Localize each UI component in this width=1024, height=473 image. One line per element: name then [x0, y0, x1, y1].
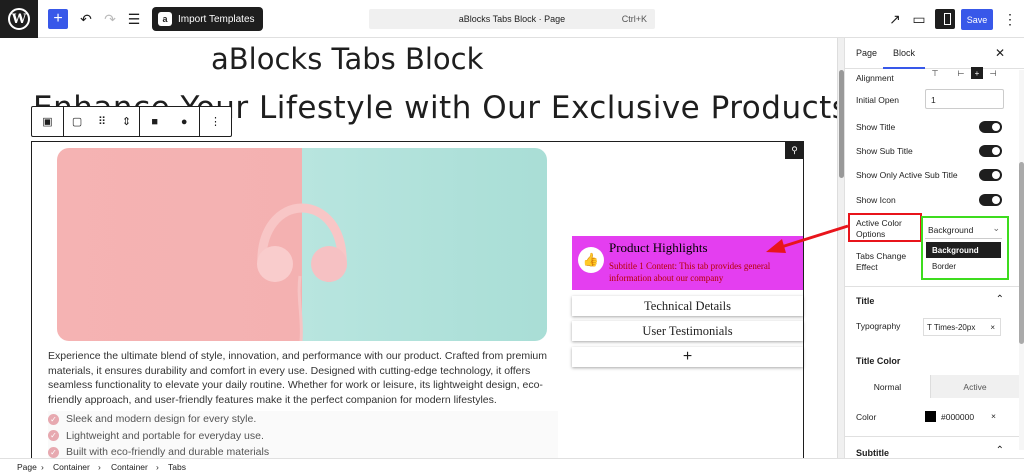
align-center-icon[interactable]: + — [971, 67, 983, 79]
typography-icon: T — [927, 323, 932, 332]
breadcrumb-page[interactable]: Page — [17, 462, 37, 472]
active-state-tab[interactable]: Active — [931, 375, 1019, 398]
block-extra-controls[interactable]: ■ ● — [140, 107, 200, 136]
tab-technical-details[interactable]: Technical Details — [572, 296, 803, 316]
headphones-illustration — [257, 203, 347, 341]
block-toolbar: ▣ ▢ ⠿ ⇕ ■ ● ⋮ — [31, 106, 232, 137]
page-title[interactable]: aBlocks Tabs Block — [211, 42, 483, 76]
title-color-heading: Title Color — [856, 356, 901, 366]
product-description[interactable]: Experience the ultimate blend of style, … — [48, 349, 553, 407]
settings-panel-toggle-button[interactable] — [935, 9, 955, 29]
typography-control[interactable]: T Times-20px × — [923, 318, 1001, 336]
select-parent-icon[interactable]: ▢ — [72, 115, 82, 128]
initial-open-label: Initial Open — [856, 95, 899, 105]
normal-state-tab[interactable]: Normal — [845, 375, 931, 398]
show-active-subtitle-toggle[interactable] — [979, 169, 1002, 181]
show-subtitle-label: Show Sub Title — [856, 146, 913, 156]
align-right-icon[interactable]: ⊣ — [987, 67, 999, 79]
headphones-product-image — [57, 148, 547, 341]
tab-title: Product Highlights — [609, 240, 708, 255]
color-value: #000000 — [941, 412, 975, 422]
view-external-icon[interactable]: ↗ — [885, 9, 905, 29]
show-subtitle-toggle[interactable] — [979, 145, 1002, 157]
document-overview-icon[interactable]: ☰ — [124, 9, 144, 29]
annotation-red-box — [848, 213, 922, 242]
title-section — [845, 286, 1019, 287]
show-title-toggle[interactable] — [979, 121, 1002, 133]
color-swatch[interactable] — [925, 411, 936, 422]
drag-handle-icon[interactable]: ⠿ — [98, 115, 106, 128]
sidebar-tabs: Page Block ✕ — [845, 38, 1024, 69]
align-top-icon[interactable]: ⊤ — [929, 67, 941, 79]
chevron-up-icon[interactable]: ⌃ — [996, 294, 1004, 305]
move-up-down-icon[interactable]: ⇕ — [122, 115, 131, 128]
list-item[interactable]: ✓ Lightweight and portable for everyday u… — [48, 428, 558, 445]
editor-top-bar: W + ↶ ↷ ☰ a Import Templates aBlocks Tab… — [0, 0, 1024, 38]
import-templates-button[interactable]: a Import Templates — [152, 7, 263, 31]
tab-page[interactable]: Page — [856, 48, 877, 58]
command-bar-shortcut: Ctrl+K — [621, 14, 647, 24]
checkmark-icon: ✓ — [48, 430, 59, 442]
block-move-controls[interactable]: ▢ ⠿ ⇕ — [64, 107, 140, 136]
wordpress-icon: W — [8, 8, 30, 30]
tab-block[interactable]: Block — [882, 48, 926, 69]
clear-icon[interactable]: × — [990, 323, 995, 332]
typography-label: Typography — [856, 321, 901, 331]
align-left-icon[interactable]: ⊢ — [955, 67, 967, 79]
checkmark-icon: ✓ — [48, 413, 59, 425]
options-menu-icon[interactable]: ⋮ — [1000, 9, 1020, 29]
editor-canvas: aBlocks Tabs Block Enhance Your Lifestyl… — [0, 38, 837, 458]
block-type-icon[interactable]: ▣ — [32, 107, 64, 136]
breadcrumb-tabs[interactable]: Tabs — [168, 462, 186, 472]
alignment-controls: ⊤ ⊢ + ⊣ — [929, 67, 1009, 79]
tabs-change-effect-label: Tabs Change Effect — [856, 251, 907, 272]
comment-icon[interactable]: ■ — [151, 116, 158, 128]
clear-color-icon[interactable]: × — [991, 411, 996, 421]
breadcrumb-container[interactable]: Container — [53, 462, 90, 472]
command-palette-bar[interactable]: aBlocks Tabs Block · Page Ctrl+K — [369, 9, 655, 29]
show-icon-toggle[interactable] — [979, 194, 1002, 206]
checkmark-icon: ✓ — [48, 446, 59, 458]
annotation-arrow — [766, 224, 849, 253]
annotation-green-box — [921, 216, 1009, 280]
title-section-heading[interactable]: Title — [856, 296, 874, 306]
wordpress-logo-button[interactable]: W — [0, 0, 38, 38]
sidebar-scrollbar[interactable] — [1019, 70, 1024, 450]
subtitle-section-heading[interactable]: Subtitle — [856, 448, 889, 458]
ablocks-logo-icon: a — [158, 12, 172, 26]
breadcrumb: Page › Container › Container › Tabs — [0, 458, 1024, 473]
list-item[interactable]: ✓ Sleek and modern design for every style… — [48, 411, 558, 428]
list-item[interactable]: ✓ Built with eco-friendly and durable mat… — [48, 444, 558, 458]
show-icon-label: Show Icon — [856, 195, 896, 205]
color-state-segmented-control: Normal Active — [845, 375, 1019, 398]
add-block-button[interactable]: + — [48, 9, 68, 29]
redo-icon[interactable]: ↷ — [100, 9, 120, 29]
initial-open-input[interactable]: 1 — [925, 89, 1004, 109]
tab-subtitle: Subtitle 1 Content: This tab provides ge… — [609, 261, 771, 283]
save-button[interactable]: Save — [961, 9, 993, 30]
color-label: Color — [856, 412, 877, 422]
chevron-up-icon[interactable]: ⌃ — [996, 445, 1004, 456]
alignment-label: Alignment — [856, 73, 894, 83]
ai-assist-icon[interactable]: ● — [181, 116, 188, 128]
link-icon[interactable]: ⚲ — [785, 141, 804, 159]
preview-desktop-icon[interactable]: ▭ — [909, 9, 929, 29]
add-tab-button[interactable]: + — [572, 347, 803, 367]
block-options-icon[interactable]: ⋮ — [200, 107, 231, 136]
thumbs-up-icon: 👍 — [578, 247, 604, 273]
command-bar-title: aBlocks Tabs Block · Page — [458, 14, 566, 24]
subtitle-section — [845, 436, 1019, 437]
sidebar-scrollbar-thumb[interactable] — [1019, 162, 1024, 344]
undo-icon[interactable]: ↶ — [76, 9, 96, 29]
breadcrumb-container[interactable]: Container — [111, 462, 148, 472]
feature-list: ✓ Sleek and modern design for every style… — [48, 411, 558, 458]
show-title-label: Show Title — [856, 122, 896, 132]
close-icon[interactable]: ✕ — [995, 46, 1005, 60]
tab-user-testimonials[interactable]: User Testimonials — [572, 321, 803, 341]
show-active-subtitle-label: Show Only Active Sub Title — [856, 170, 958, 180]
